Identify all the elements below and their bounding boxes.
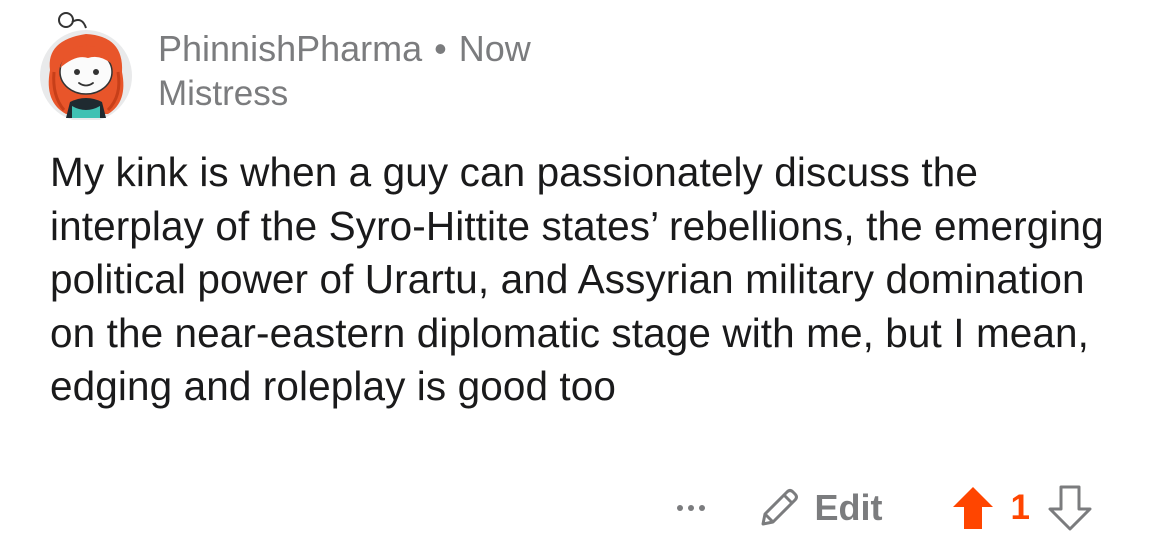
avatar[interactable] [36,10,136,120]
comment-body: My kink is when a guy can passionately d… [50,149,1104,409]
snoo-avatar-icon [40,12,132,120]
comment-actions: Edit 1 [673,480,1092,536]
user-flair: Mistress [158,74,289,113]
author-username[interactable]: PhinnishPharma [158,28,422,69]
pencil-icon [761,489,798,526]
author-line: PhinnishPharma • Now [158,28,531,70]
downvote-arrow-icon[interactable] [1048,485,1092,531]
comment-timestamp: Now [458,28,531,69]
edit-label: Edit [814,487,883,528]
upvote-arrow-icon[interactable] [951,485,995,531]
separator-dot: • [434,28,447,69]
vote-controls: 1 [951,485,1092,531]
more-options-icon[interactable] [673,499,709,517]
comment-header: PhinnishPharma • Now Mistress [158,28,531,114]
vote-score: 1 [1010,488,1030,527]
edit-button[interactable]: Edit [757,486,883,530]
